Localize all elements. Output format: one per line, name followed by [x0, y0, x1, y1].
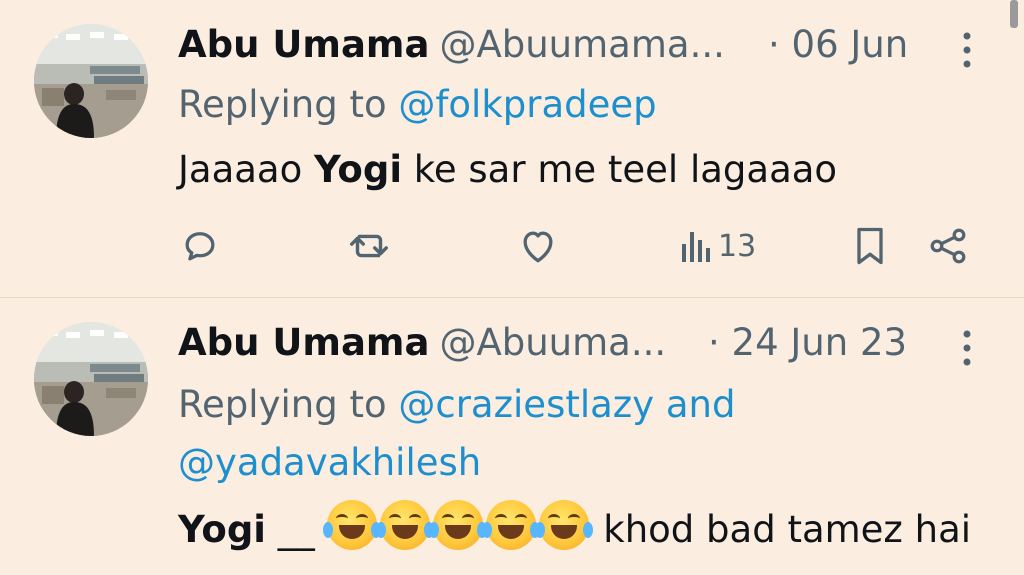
views-button[interactable]: 13	[680, 218, 756, 274]
more-vertical-icon	[963, 32, 971, 68]
replying-to-label: Replying to	[178, 83, 387, 126]
tweet-text-part: khod bad tamez hai	[603, 508, 972, 551]
tweet-text-bold: Yogi	[178, 508, 266, 551]
share-icon	[930, 228, 966, 264]
replying-to-line: @yadavakhilesh	[178, 436, 978, 490]
more-vertical-icon	[963, 330, 971, 366]
share-button[interactable]	[926, 218, 970, 274]
tweet-text-part: ke sar me teel lagaaao	[413, 148, 838, 191]
more-options-button[interactable]	[955, 30, 979, 70]
tweet-date[interactable]: · 24 Jun 23	[708, 316, 907, 370]
tweet-reply[interactable]: Abu Umama @Abuuma... · 24 Jun 23 Replying …	[0, 298, 1024, 575]
tweet-header: Abu Umama @Abuuma... · 24 Jun 23	[178, 316, 924, 370]
heart-icon	[523, 231, 553, 263]
tweet-reply[interactable]: Abu Umama @Abuumama... · 06 Jun Replying t…	[0, 0, 1024, 298]
author-handle[interactable]: @Abuuma...	[439, 321, 666, 364]
tweet-text-bold: Yogi	[314, 148, 402, 191]
face-with-tears-of-joy-icon	[428, 500, 487, 550]
face-with-tears-of-joy-icon	[534, 500, 593, 550]
mention-link[interactable]: @yadavakhilesh	[178, 441, 481, 484]
like-button[interactable]	[516, 218, 560, 274]
avatar[interactable]	[34, 24, 148, 138]
mention-link[interactable]: @craziestlazy and	[398, 383, 735, 426]
avatar-photo-icon	[34, 322, 148, 436]
tweet-text-part: Jaaaao	[178, 148, 303, 191]
avatar[interactable]	[34, 322, 148, 436]
tweet-header: Abu Umama @Abuumama... · 06 Jun	[178, 18, 924, 72]
views-chart-icon	[682, 232, 710, 262]
replying-to-line: Replying to @folkpradeep	[178, 78, 978, 132]
tweet-text: Jaaaao Yogi ke sar me teel lagaaao	[178, 143, 837, 197]
face-with-tears-of-joy-icon	[375, 500, 434, 550]
repost-button[interactable]	[346, 218, 392, 274]
reply-icon	[185, 232, 215, 261]
bookmark-icon	[857, 227, 883, 265]
face-with-tears-of-joy-icon	[481, 500, 540, 550]
tweet-date[interactable]: · 06 Jun	[768, 18, 908, 72]
views-count: 13	[718, 228, 757, 264]
mention-link[interactable]: @folkpradeep	[398, 83, 656, 126]
replying-to-label: Replying to	[178, 383, 387, 426]
avatar-photo-icon	[34, 24, 148, 138]
more-options-button[interactable]	[955, 328, 979, 368]
face-with-tears-of-joy-icon	[322, 500, 381, 550]
tweet-text-part: __	[277, 508, 315, 551]
reply-thread: Abu Umama @Abuumama... · 06 Jun Replying t…	[0, 0, 1024, 575]
reply-button[interactable]	[178, 218, 222, 274]
repost-icon	[350, 234, 388, 258]
tweet-actions: 13	[0, 218, 1024, 274]
bookmark-button[interactable]	[850, 218, 890, 274]
author-name[interactable]: Abu Umama	[178, 23, 429, 66]
author-handle[interactable]: @Abuumama...	[439, 23, 724, 66]
tweet-text: Yogi __ khod bad tamez hai	[178, 500, 971, 557]
replying-to-line: Replying to @craziestlazy and	[178, 378, 978, 432]
author-name[interactable]: Abu Umama	[178, 321, 429, 364]
